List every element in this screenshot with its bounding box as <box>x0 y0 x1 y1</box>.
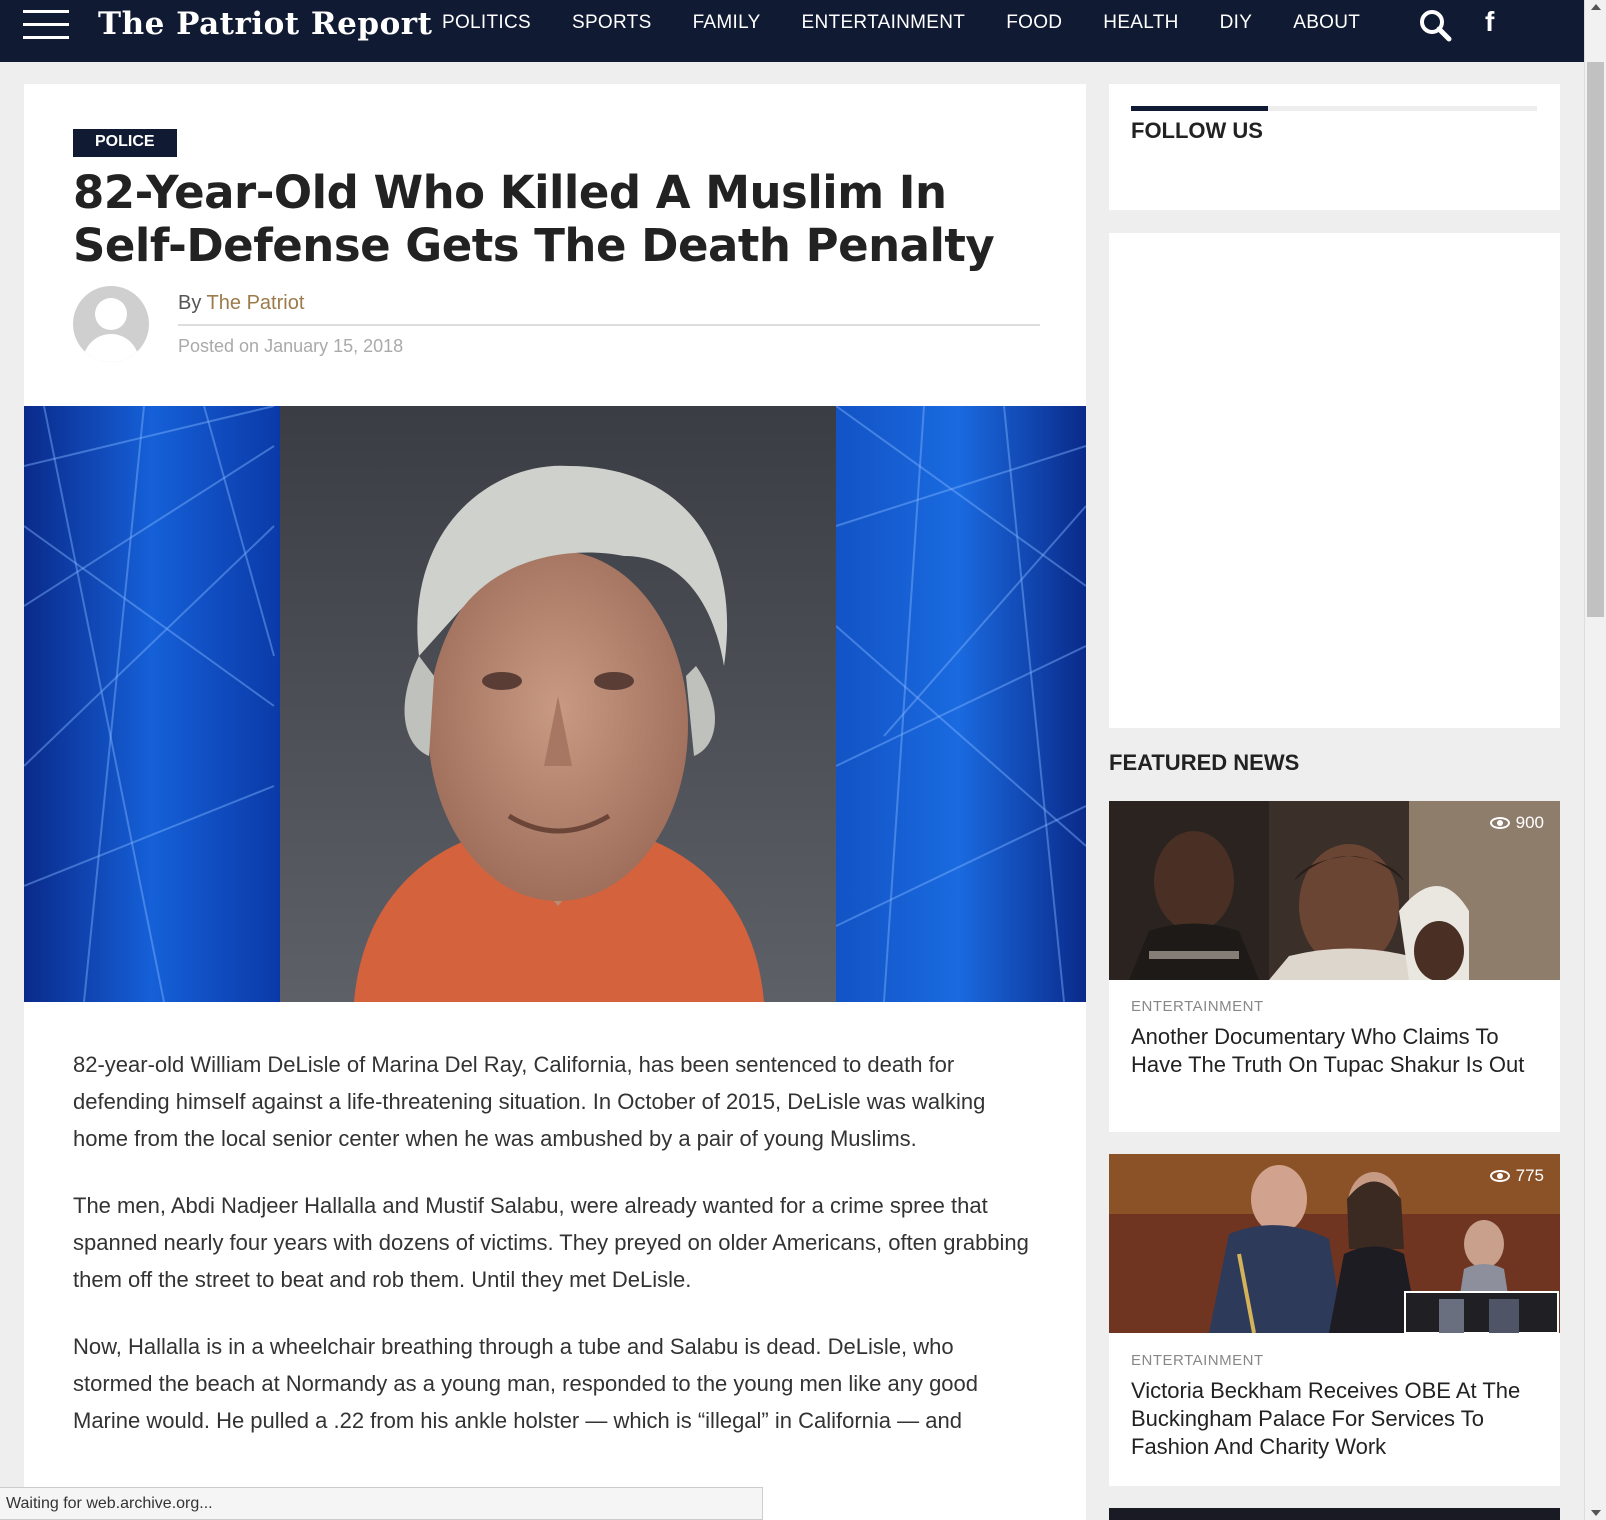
facebook-icon[interactable]: f <box>1485 6 1494 38</box>
featured-category[interactable]: ENTERTAINMENT <box>1131 1352 1264 1369</box>
nav-link-entertainment[interactable]: ENTERTAINMENT <box>802 12 966 34</box>
article-headline: 82-Year-Old Who Killed A Muslim In Self-… <box>73 166 995 272</box>
view-count-value: 775 <box>1515 1166 1544 1185</box>
browser-status-bar: Waiting for web.archive.org... <box>0 1487 763 1520</box>
featured-category[interactable]: ENTERTAINMENT <box>1131 998 1264 1015</box>
featured-headline[interactable]: Another Documentary Who Claims To Have T… <box>1131 1023 1541 1079</box>
nav-links: POLITICS SPORTS FAMILY ENTERTAINMENT FOO… <box>442 12 1401 34</box>
scroll-up-arrow-icon[interactable] <box>1591 4 1601 10</box>
author-link[interactable]: The Patriot <box>207 292 305 314</box>
scroll-down-arrow-icon[interactable] <box>1591 1510 1601 1516</box>
view-count-value: 900 <box>1515 813 1544 832</box>
nav-link-politics[interactable]: POLITICS <box>442 12 531 34</box>
page-scrollbar[interactable] <box>1584 0 1606 1520</box>
view-count: 900 <box>1489 813 1544 833</box>
nav-link-family[interactable]: FAMILY <box>693 12 761 34</box>
featured-card[interactable]: 900 ENTERTAINMENT Another Documentary Wh… <box>1109 801 1560 1132</box>
scrollbar-thumb[interactable] <box>1587 62 1604 617</box>
nav-link-health[interactable]: HEALTH <box>1103 12 1178 34</box>
ad-placeholder <box>1109 233 1560 728</box>
nav-link-about[interactable]: ABOUT <box>1293 12 1360 34</box>
nav-link-food[interactable]: FOOD <box>1006 12 1062 34</box>
site-logo[interactable]: The Patriot Report <box>98 6 432 42</box>
featured-card[interactable] <box>1109 1508 1560 1520</box>
view-count: 775 <box>1489 1166 1544 1186</box>
search-icon[interactable] <box>1418 8 1454 44</box>
byline-prefix: By <box>178 292 202 314</box>
byline-divider <box>178 324 1040 326</box>
paragraph: Now, Hallalla is in a wheelchair breathi… <box>73 1334 979 1433</box>
eye-icon <box>1489 1170 1510 1182</box>
featured-card[interactable]: 775 ENTERTAINMENT Victoria Beckham Recei… <box>1109 1154 1560 1486</box>
nav-link-diy[interactable]: DIY <box>1220 12 1253 34</box>
featured-image[interactable]: 900 <box>1109 801 1560 980</box>
hero-image <box>24 406 1086 1002</box>
eye-icon <box>1489 817 1510 829</box>
nav-link-sports[interactable]: SPORTS <box>572 12 652 34</box>
featured-image[interactable]: 775 <box>1109 1154 1560 1333</box>
featured-headline[interactable]: Victoria Beckham Receives OBE At The Buc… <box>1131 1377 1541 1461</box>
menu-icon[interactable] <box>23 10 69 40</box>
featured-news-title: FEATURED NEWS <box>1109 750 1300 775</box>
top-navigation: The Patriot Report POLITICS SPORTS FAMIL… <box>0 0 1584 62</box>
paragraph: The men, Abdi Nadjeer Hallalla and Musti… <box>73 1193 1029 1292</box>
follow-us-title: FOLLOW US <box>1131 118 1263 143</box>
post-date: Posted on January 15, 2018 <box>178 336 404 356</box>
article-card: POLICE 82-Year-Old Who Killed A Muslim I… <box>24 84 1086 1520</box>
paragraph: 82-year-old William DeLisle of Marina De… <box>73 1052 986 1151</box>
article-body: 82-year-old William DeLisle of Marina De… <box>73 1046 1033 1469</box>
category-badge[interactable]: POLICE <box>73 129 177 157</box>
byline: By The Patriot <box>178 292 304 315</box>
widget-title-rule <box>1131 106 1537 111</box>
follow-us-widget: FOLLOW US <box>1109 84 1560 210</box>
author-avatar <box>73 286 149 362</box>
